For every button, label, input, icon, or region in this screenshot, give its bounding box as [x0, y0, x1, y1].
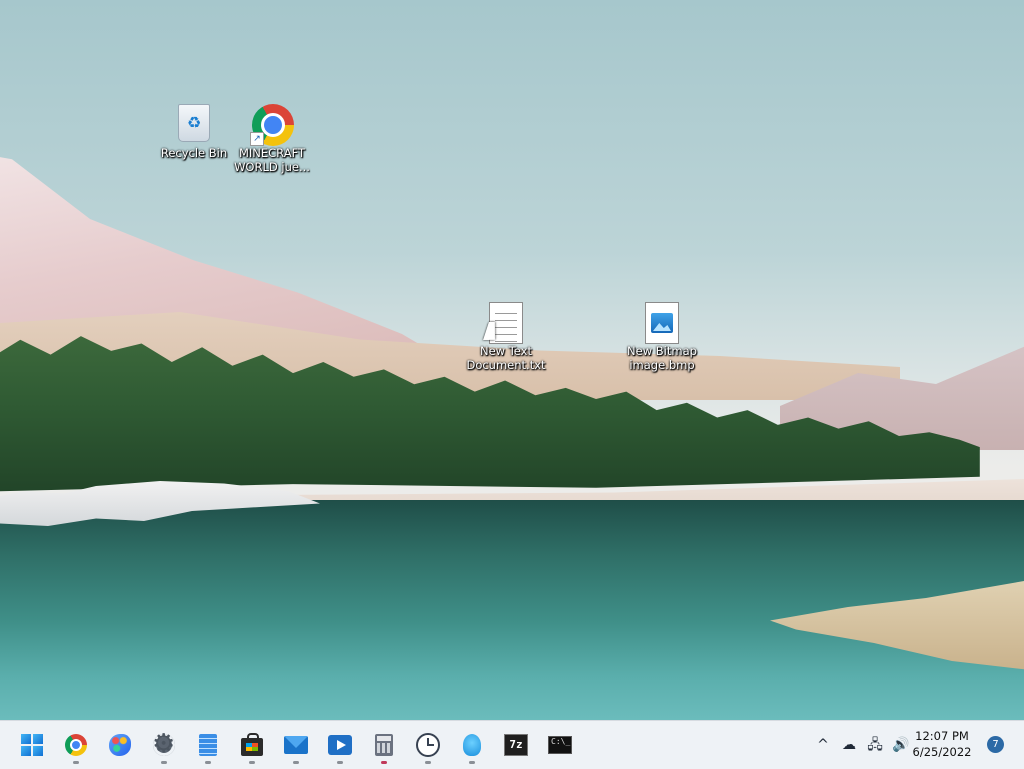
windows-start-icon: [21, 734, 43, 756]
paint-icon: [109, 734, 131, 756]
desktop-icon-recycle-bin[interactable]: ♻ Recycle Bin: [152, 104, 236, 160]
notification-center-badge[interactable]: 7: [987, 736, 1004, 753]
taskbar-movies-button[interactable]: [322, 727, 358, 764]
taskbar-clock[interactable]: 12:07 PM 6/25/2022: [900, 728, 984, 760]
taskbar-7zip-button[interactable]: 7z: [498, 727, 534, 763]
movies-icon: [328, 735, 352, 755]
taskbar-store-button[interactable]: [234, 727, 270, 764]
bitmap-image-icon: [642, 302, 682, 344]
clock-time: 12:07 PM: [915, 729, 969, 743]
desktop-icon-new-bitmap-image[interactable]: New Bitmap image.bmp: [620, 302, 704, 372]
taskbar-terminal-button[interactable]: C:\_: [542, 727, 578, 763]
settings-gear-icon: [152, 729, 175, 759]
terminal-icon: C:\_: [548, 736, 572, 754]
taskbar-chrome-button[interactable]: [58, 727, 94, 764]
desktop-icon-label: New Text Document.txt: [466, 344, 546, 372]
show-hidden-icons-chevron-up-icon[interactable]: ^: [813, 735, 833, 755]
tips-icon: [463, 734, 481, 756]
taskbar-notepad-button[interactable]: [190, 727, 226, 764]
onedrive-offline-icon[interactable]: ☁: [839, 735, 859, 755]
calculator-icon: [375, 734, 393, 756]
clock-date: 6/25/2022: [912, 745, 972, 759]
desktop-icon-new-text-document[interactable]: New Text Document.txt: [464, 302, 548, 372]
taskbar-mail-button[interactable]: [278, 727, 314, 764]
desktop-icon-label: New Bitmap image.bmp: [627, 344, 697, 372]
taskbar-clock-button[interactable]: [410, 727, 446, 764]
network-icon[interactable]: 🖧: [865, 735, 885, 755]
taskbar-settings-button[interactable]: [146, 727, 182, 764]
system-tray: ^ ☁ 🖧 🔊: [810, 721, 914, 769]
taskbar-tips-button[interactable]: [454, 727, 490, 764]
desktop-icon-minecraft-world-shortcut[interactable]: ↗ MINECRAFT WORLD jue...: [230, 104, 314, 174]
desktop-icon-label: Recycle Bin: [160, 146, 228, 160]
desktop-icon-label: MINECRAFT WORLD jue...: [234, 146, 310, 174]
taskbar-calculator-button[interactable]: [366, 727, 402, 764]
recycle-bin-icon: ♻: [174, 104, 214, 144]
clock-icon: [416, 733, 440, 757]
taskbar: 7z C:\_ ^ ☁ 🖧 🔊 12:07 PM 6/25/2022 7: [0, 720, 1024, 769]
chrome-shortcut-icon: ↗: [250, 104, 294, 146]
chrome-icon: [65, 734, 87, 756]
7zip-icon: 7z: [504, 734, 528, 756]
mail-icon: [284, 736, 308, 754]
notepad-icon: [199, 734, 217, 756]
shortcut-arrow-icon: ↗: [250, 132, 264, 146]
start-button[interactable]: [14, 727, 50, 763]
taskbar-paint-button[interactable]: [102, 727, 138, 763]
store-icon: [241, 733, 263, 756]
